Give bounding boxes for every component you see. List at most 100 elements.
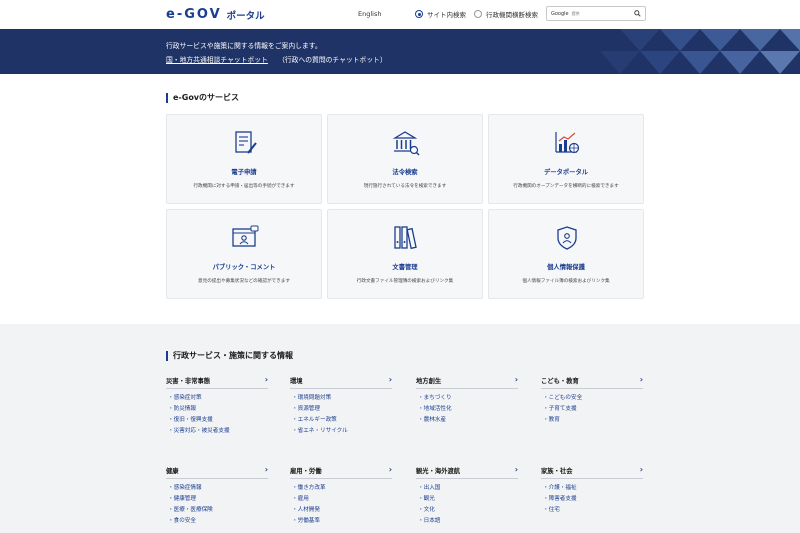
info-banner: 行政サービスや施策に関する情報をご案内します。 国・地方共通相談チャットボット … [0, 29, 800, 74]
category-link[interactable]: 文化 [416, 505, 518, 516]
info-heading-text: 行政サービス・施策に関する情報 [173, 351, 293, 360]
chevron-right-icon: › [388, 375, 392, 384]
category-header[interactable]: 地方創生 › [416, 375, 518, 388]
category-link[interactable]: 感染症情報 [166, 483, 268, 494]
category-link[interactable]: 健康管理 [166, 494, 268, 505]
divider [541, 478, 643, 479]
category-link[interactable]: 省エネ・リサイクル [290, 426, 392, 437]
divider [416, 478, 518, 479]
card-title: データポータル [543, 169, 589, 176]
card-title: パブリック・コメント [212, 264, 276, 271]
category-link[interactable]: 観光 [416, 494, 518, 505]
service-card-law-search[interactable]: 法令検索 現行施行されている法令を検索できます [327, 114, 483, 204]
heading-bar [166, 350, 168, 361]
category-header[interactable]: 家族・社会 › [541, 465, 643, 478]
category-title: 環境 [290, 378, 303, 385]
category-link[interactable]: 資源管理 [290, 404, 392, 415]
chevron-right-icon: › [388, 465, 392, 474]
category-title: 地方創生 [416, 378, 442, 385]
category-family-society: 家族・社会 › 介護・福祉 障害者支援 住宅 [541, 465, 643, 516]
category-children-education: こども・教育 › こどもの安全 子育て支援 教育 [541, 375, 643, 426]
category-link[interactable]: 働き方改革 [290, 483, 392, 494]
category-header[interactable]: こども・教育 › [541, 375, 643, 388]
category-link[interactable]: 教育 [541, 415, 643, 426]
banner-chatbot-row: 国・地方共通相談チャットボット （行政への質問のチャットボット） [166, 54, 387, 64]
service-card-document-management[interactable]: 文書管理 行政文書ファイル管理簿の検索およびリンク集 [327, 209, 483, 299]
english-link[interactable]: English [358, 10, 381, 18]
search-google-label: Google [551, 10, 569, 17]
category-tourism: 観光・海外渡航 › 出入国 観光 文化 日本語 [416, 465, 518, 527]
info-heading: 行政サービス・施策に関する情報 [166, 350, 293, 361]
logo-subtitle: ポータル [226, 10, 265, 22]
category-header[interactable]: 雇用・労働 › [290, 465, 392, 478]
category-link[interactable]: 地域活性化 [416, 404, 518, 415]
radio-cross-search[interactable]: 行政機関横断検索 [474, 9, 538, 19]
service-card-privacy-protection[interactable]: 個人情報保護 個人情報ファイル簿の検索およびリンク集 [488, 209, 644, 299]
service-card-data-portal[interactable]: データポータル 行政機関のオープンデータを横断的に検索できます [488, 114, 644, 204]
document-pen-icon [235, 131, 257, 154]
category-link[interactable]: 防災情報 [166, 404, 268, 415]
chatbot-note: （行政への質問のチャットボット） [278, 56, 387, 64]
category-title: こども・教育 [541, 378, 579, 385]
category-link[interactable]: 災害対応・被災者支援 [166, 426, 268, 437]
divider [541, 388, 643, 389]
category-employment: 雇用・労働 › 働き方改革 雇用 人材開発 労働基準 [290, 465, 392, 527]
search-input[interactable]: Google 提供 [546, 6, 646, 21]
category-link[interactable]: まちづくり [416, 393, 518, 404]
category-link[interactable]: 雇用 [290, 494, 392, 505]
banner-message: 行政サービスや施策に関する情報をご案内します。 [166, 42, 322, 50]
binders-icon [394, 226, 417, 250]
category-link[interactable]: 食の安全 [166, 516, 268, 527]
search-icon[interactable] [634, 10, 641, 17]
services-heading-text: e-Govのサービス [173, 93, 240, 102]
divider [166, 388, 268, 389]
radio-cross-search-label: 行政機関横断検索 [486, 11, 538, 19]
shield-person-icon [557, 226, 577, 250]
category-link[interactable]: 農林水産 [416, 415, 518, 426]
category-link[interactable]: 環境問題対策 [290, 393, 392, 404]
card-description: 行政機関に対する申請・届出等の手続ができます [193, 184, 295, 189]
category-link[interactable]: 人材開発 [290, 505, 392, 516]
category-link[interactable]: 感染症対策 [166, 393, 268, 404]
window-person-icon [232, 225, 259, 247]
category-link[interactable]: 労働基準 [290, 516, 392, 527]
category-header[interactable]: 災害・非常事態 › [166, 375, 268, 388]
card-description: 行政文書ファイル管理簿の検索およびリンク集 [356, 279, 454, 284]
category-header[interactable]: 環境 › [290, 375, 392, 388]
divider [290, 388, 392, 389]
service-card-electronic-application[interactable]: 電子申請 行政機関に対する申請・届出等の手続ができます [166, 114, 322, 204]
logo-mark: e-GOV [166, 7, 222, 22]
card-description: 行政機関のオープンデータを横断的に検索できます [513, 184, 619, 189]
card-title: 個人情報保護 [547, 264, 585, 271]
banner-pattern-icon [600, 29, 800, 74]
category-link[interactable]: 出入国 [416, 483, 518, 494]
category-link[interactable]: 介護・福祉 [541, 483, 643, 494]
egov-logo[interactable]: e-GOV ポータル [166, 7, 265, 22]
category-link[interactable]: 復旧・復興支援 [166, 415, 268, 426]
site-header: e-GOV ポータル English サイト内検索 行政機関横断検索 Googl… [0, 0, 800, 30]
card-description: 個人情報ファイル簿の検索およびリンク集 [522, 279, 610, 284]
service-card-public-comment[interactable]: パブリック・コメント 意見の提出や募集状況などの確認ができます [166, 209, 322, 299]
radio-site-search[interactable]: サイト内検索 [415, 9, 466, 19]
category-header[interactable]: 健康 › [166, 465, 268, 478]
category-health: 健康 › 感染症情報 健康管理 医療・医療保険 食の安全 [166, 465, 268, 527]
category-link[interactable]: こどもの安全 [541, 393, 643, 404]
chevron-right-icon: › [264, 375, 268, 384]
category-link[interactable]: 障害者支援 [541, 494, 643, 505]
radio-site-search-label: サイト内検索 [427, 11, 466, 19]
category-header[interactable]: 観光・海外渡航 › [416, 465, 518, 478]
chevron-right-icon: › [264, 465, 268, 474]
category-link[interactable]: 住宅 [541, 505, 643, 516]
card-title: 電子申請 [231, 169, 257, 176]
chatbot-link[interactable]: 国・地方共通相談チャットボット [166, 56, 268, 64]
category-title: 雇用・労働 [290, 468, 322, 475]
card-title: 文書管理 [392, 264, 418, 271]
services-heading: e-Govのサービス [166, 92, 239, 103]
building-search-icon [392, 131, 420, 156]
category-link[interactable]: 子育て支援 [541, 404, 643, 415]
radio-selected-icon [415, 10, 423, 18]
category-link[interactable]: エネルギー政策 [290, 415, 392, 426]
radio-unselected-icon [474, 10, 482, 18]
category-link[interactable]: 医療・医療保険 [166, 505, 268, 516]
category-link[interactable]: 日本語 [416, 516, 518, 527]
